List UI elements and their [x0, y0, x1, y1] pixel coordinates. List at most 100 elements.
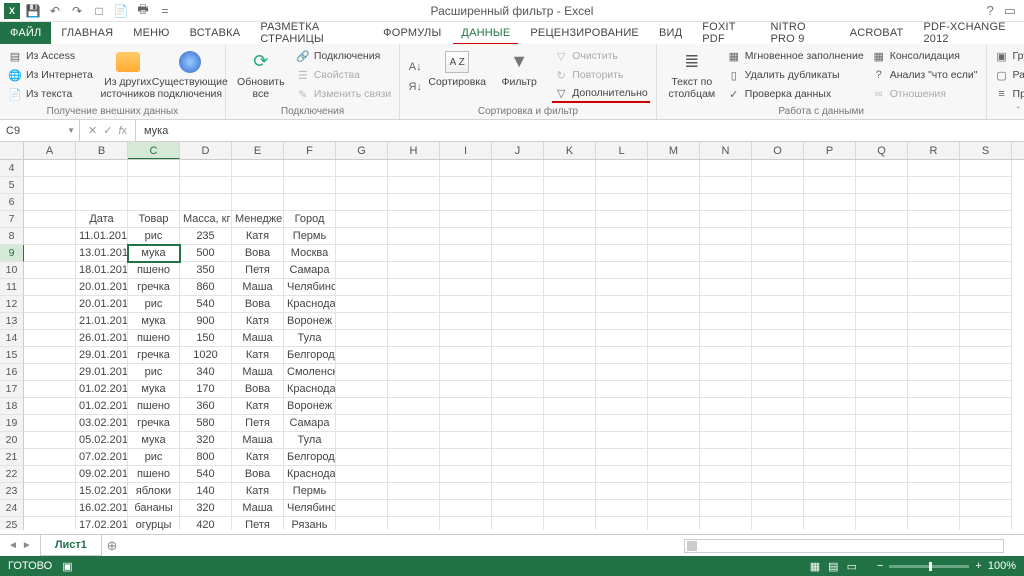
cell[interactable]: [596, 296, 648, 313]
cell[interactable]: [856, 245, 908, 262]
cell[interactable]: Краснодар: [284, 381, 336, 398]
column-header-R[interactable]: R: [908, 142, 960, 159]
cell[interactable]: Катя: [232, 398, 284, 415]
cell[interactable]: [76, 194, 128, 211]
cell[interactable]: Смоленск: [284, 364, 336, 381]
cell[interactable]: [700, 466, 752, 483]
cell[interactable]: [440, 194, 492, 211]
cell[interactable]: 360: [180, 398, 232, 415]
cell[interactable]: [492, 347, 544, 364]
cell[interactable]: [804, 262, 856, 279]
text-to-columns-button[interactable]: ≣Текст по столбцам: [663, 47, 721, 106]
cell[interactable]: [700, 415, 752, 432]
cell[interactable]: [960, 245, 1012, 262]
cell[interactable]: [336, 432, 388, 449]
cell[interactable]: [960, 364, 1012, 381]
column-header-A[interactable]: A: [24, 142, 76, 159]
cell[interactable]: [24, 398, 76, 415]
tab-acrobat[interactable]: ACROBAT: [840, 22, 914, 44]
cell[interactable]: [596, 347, 648, 364]
cell[interactable]: [856, 177, 908, 194]
cell[interactable]: [336, 483, 388, 500]
cell[interactable]: [388, 262, 440, 279]
cell[interactable]: [388, 381, 440, 398]
cell[interactable]: [440, 330, 492, 347]
cell[interactable]: Москва: [284, 245, 336, 262]
cell[interactable]: [24, 313, 76, 330]
cell[interactable]: [24, 262, 76, 279]
cell[interactable]: пшено: [128, 330, 180, 347]
sort-asc-button[interactable]: A↓: [406, 58, 424, 76]
whatif-button[interactable]: ?Анализ "что если": [870, 66, 980, 84]
cell[interactable]: [804, 211, 856, 228]
consolidate-button[interactable]: ▦Консолидация: [870, 47, 980, 65]
cell[interactable]: [804, 296, 856, 313]
cell[interactable]: [648, 364, 700, 381]
cell[interactable]: [180, 177, 232, 194]
cell[interactable]: [596, 381, 648, 398]
sheet-tab[interactable]: Лист1: [40, 535, 102, 556]
cell[interactable]: [440, 381, 492, 398]
cell[interactable]: [648, 449, 700, 466]
cell[interactable]: [856, 517, 908, 530]
tab-home[interactable]: ГЛАВНАЯ: [51, 22, 123, 44]
cell[interactable]: [388, 347, 440, 364]
cell[interactable]: 235: [180, 228, 232, 245]
cell[interactable]: [440, 245, 492, 262]
cell[interactable]: [908, 398, 960, 415]
cell[interactable]: [24, 279, 76, 296]
cell[interactable]: [24, 364, 76, 381]
cell[interactable]: [700, 279, 752, 296]
reapply-button[interactable]: ↻Повторить: [552, 66, 650, 84]
cell[interactable]: [856, 347, 908, 364]
cell[interactable]: [544, 211, 596, 228]
cell[interactable]: [388, 160, 440, 177]
cell[interactable]: [804, 347, 856, 364]
cell[interactable]: [804, 381, 856, 398]
cell[interactable]: [752, 177, 804, 194]
cell[interactable]: [388, 228, 440, 245]
cell[interactable]: [700, 296, 752, 313]
cell[interactable]: [284, 177, 336, 194]
cell[interactable]: [544, 330, 596, 347]
cell[interactable]: 170: [180, 381, 232, 398]
cell[interactable]: [804, 432, 856, 449]
cell[interactable]: Товар: [128, 211, 180, 228]
cell[interactable]: 20.01.2015: [76, 296, 128, 313]
cell[interactable]: [492, 160, 544, 177]
cell[interactable]: Дата: [76, 211, 128, 228]
qat-new[interactable]: □: [90, 2, 108, 20]
cell[interactable]: 500: [180, 245, 232, 262]
cell[interactable]: [24, 330, 76, 347]
cell[interactable]: [388, 364, 440, 381]
cell[interactable]: [700, 160, 752, 177]
cell[interactable]: [804, 228, 856, 245]
cell[interactable]: 01.02.2015: [76, 398, 128, 415]
cell[interactable]: пшено: [128, 466, 180, 483]
sort-desc-button[interactable]: Я↓: [406, 78, 424, 96]
cell[interactable]: 540: [180, 466, 232, 483]
cell[interactable]: [596, 194, 648, 211]
cell[interactable]: [752, 398, 804, 415]
cell[interactable]: Пермь: [284, 228, 336, 245]
cell[interactable]: [336, 245, 388, 262]
cell[interactable]: [700, 313, 752, 330]
cell[interactable]: [492, 449, 544, 466]
column-header-L[interactable]: L: [596, 142, 648, 159]
cell[interactable]: [336, 160, 388, 177]
cell[interactable]: [24, 160, 76, 177]
cell[interactable]: [24, 211, 76, 228]
cell[interactable]: [700, 432, 752, 449]
cell[interactable]: [752, 296, 804, 313]
cell[interactable]: [492, 398, 544, 415]
cell[interactable]: [752, 245, 804, 262]
cell[interactable]: [544, 517, 596, 530]
cell[interactable]: мука: [128, 313, 180, 330]
cell[interactable]: [440, 160, 492, 177]
cell[interactable]: [492, 279, 544, 296]
page-layout-view-icon[interactable]: ▤: [828, 560, 838, 573]
cell[interactable]: [596, 517, 648, 530]
cell[interactable]: [700, 483, 752, 500]
cell[interactable]: 05.02.2015: [76, 432, 128, 449]
cell[interactable]: 17.02.2015: [76, 517, 128, 530]
